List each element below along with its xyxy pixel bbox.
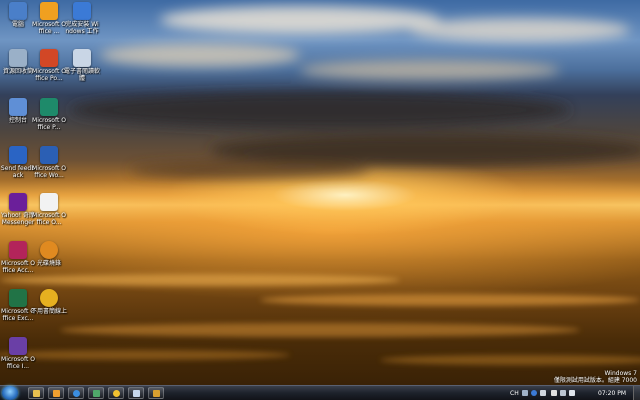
start-button[interactable]	[2, 386, 18, 400]
action-center-flag-icon[interactable]	[551, 390, 557, 396]
watermark-title: Windows 7	[604, 370, 637, 377]
messenger-icon	[113, 390, 120, 397]
yahoo-messenger-icon	[9, 193, 27, 211]
desktop-icon-label: Microsoft Office P...	[32, 117, 66, 131]
computer-icon	[9, 2, 27, 20]
internet-explorer-icon	[73, 390, 80, 397]
network-icon	[93, 390, 100, 397]
windows-tasks-icon	[73, 2, 91, 20]
show-desktop-button[interactable]	[633, 386, 640, 400]
taskbar-button-network[interactable]	[88, 387, 104, 399]
paint-icon	[153, 390, 160, 397]
desktop-icon-label: Microsoft Office I...	[1, 356, 35, 370]
desktop-icon-label: 不用書簡線上	[31, 308, 68, 315]
taskbar-button-messenger[interactable]	[108, 387, 124, 399]
taskbar-button-media-player[interactable]	[48, 387, 64, 399]
desktop-icon-label: 光碟燒錄	[36, 260, 61, 267]
taskbar-button-explorer[interactable]	[28, 387, 44, 399]
taskbar-button-document[interactable]	[128, 387, 144, 399]
send-feedback-icon	[9, 146, 27, 164]
desktop-icon-ebook-reader[interactable]: 電子書閱讀軟體	[64, 49, 100, 82]
watermark-build: 僅限測試用試版本。組建 7000	[553, 377, 637, 384]
desktop-icon-label: Microsoft Office Wo...	[32, 165, 66, 179]
desktop-icon-word[interactable]: Microsoft Office Wo...	[31, 146, 67, 179]
volume-icon[interactable]	[569, 390, 575, 396]
disc-burner-icon	[40, 241, 58, 259]
language-indicator[interactable]: CH	[510, 390, 519, 397]
tray-options-icon[interactable]	[540, 390, 546, 396]
keyboard-icon[interactable]	[522, 390, 528, 396]
taskbar-button-internet-explorer[interactable]	[68, 387, 84, 399]
media-player-icon	[53, 390, 60, 397]
control-panel-icon	[9, 98, 27, 116]
excel-icon	[9, 289, 27, 307]
desktop-icon-label: Microsoft Office ...	[32, 21, 66, 35]
network-status-icon[interactable]	[560, 390, 566, 396]
ebook-reader-icon	[73, 49, 91, 67]
recycle-bin-icon	[9, 49, 27, 67]
desktop-icon-label: 完成安裝 Windows 工作	[65, 21, 99, 35]
desktop-icon-label: Microsoft Office O...	[32, 212, 66, 226]
access-icon	[9, 241, 27, 259]
online-tool-icon	[40, 289, 58, 307]
desktop-icon-disc-burner[interactable]: 光碟燒錄	[31, 241, 67, 267]
desktop-icon-label: Microsoft Office Po...	[32, 68, 66, 82]
desktop-icon-infopath[interactable]: Microsoft Office I...	[0, 337, 36, 370]
system-tray: CH 07:20 PM	[510, 386, 640, 400]
windows-explorer-icon	[33, 390, 40, 397]
publisher-icon	[40, 98, 58, 116]
desktop-icon-publisher[interactable]: Microsoft Office P...	[31, 98, 67, 131]
desktop-icon-label: 電子書閱讀軟體	[64, 68, 101, 82]
taskbar-button-paint[interactable]	[148, 387, 164, 399]
taskbar: CH 07:20 PM	[0, 385, 640, 400]
desktop-icon-windows-tasks[interactable]: 完成安裝 Windows 工作	[64, 2, 100, 35]
infopath-icon	[9, 337, 27, 355]
windows-build-watermark: Windows 7 僅限測試用試版本。組建 7000	[554, 370, 637, 384]
document-icon	[133, 390, 140, 397]
desktop-icon-powerpoint[interactable]: Microsoft Office Po...	[31, 49, 67, 82]
taskbar-clock[interactable]: 07:20 PM	[598, 390, 626, 397]
powerpoint-icon	[40, 49, 58, 67]
desktop-icon-office-outlook[interactable]: Microsoft Office ...	[31, 2, 67, 35]
word-icon	[40, 146, 58, 164]
office-outlook-icon	[40, 2, 58, 20]
onenote-icon	[40, 193, 58, 211]
desktop-icon-online-tool[interactable]: 不用書簡線上	[31, 289, 67, 315]
desktop-icon-onenote[interactable]: Microsoft Office O...	[31, 193, 67, 226]
help-icon[interactable]	[531, 390, 537, 396]
